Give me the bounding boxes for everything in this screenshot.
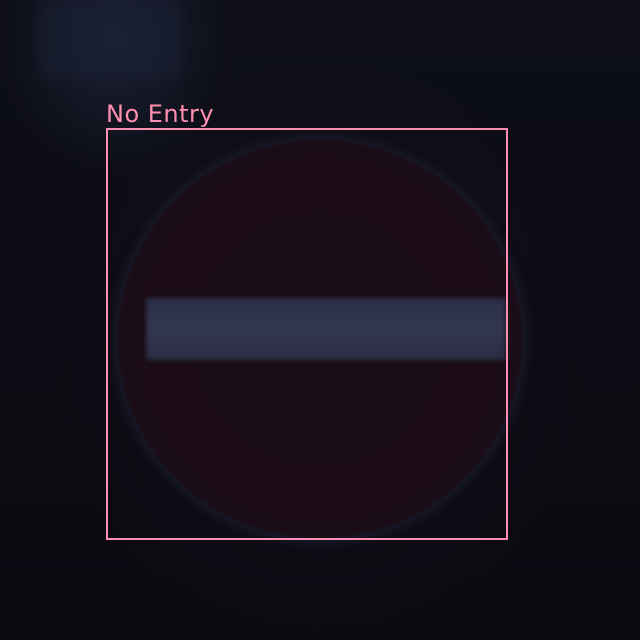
detection-label: No Entry [106,100,215,128]
background-blur [40,0,180,78]
detection-bounding-box [106,128,508,540]
photo-scene: No Entry [0,0,640,640]
